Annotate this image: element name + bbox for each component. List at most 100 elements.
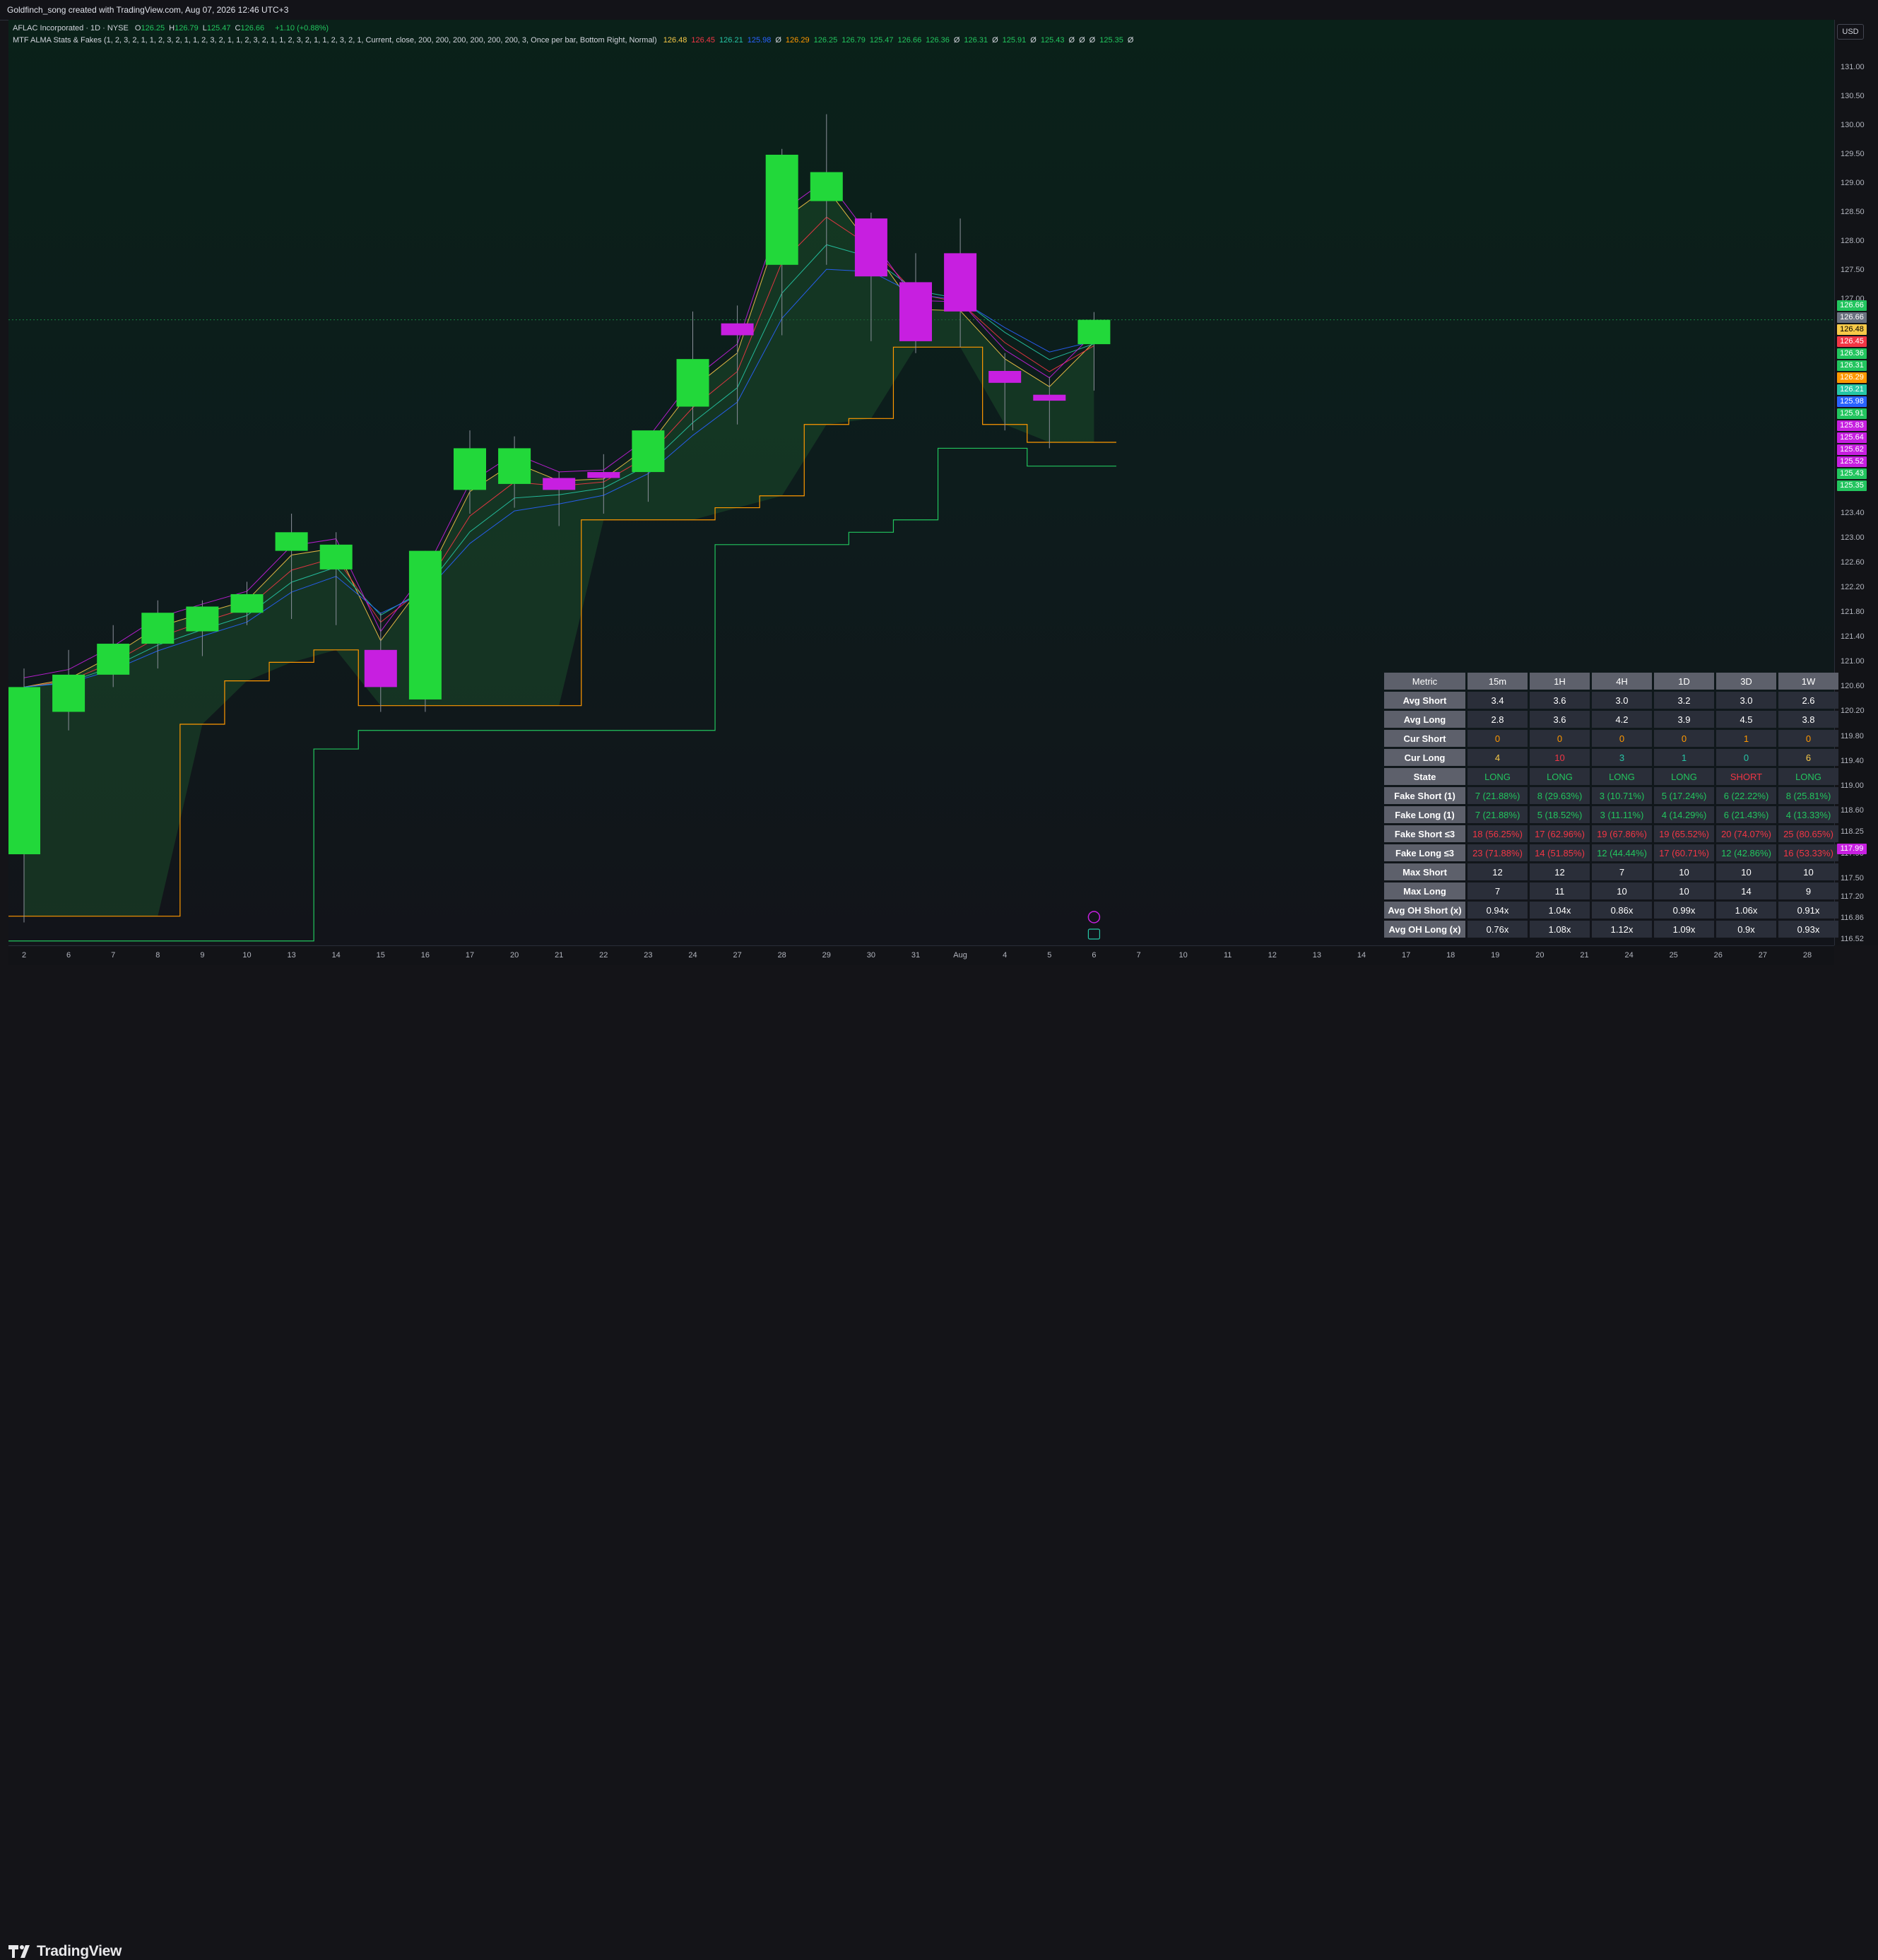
stats-cell: 3.0 (1592, 692, 1652, 709)
stats-cell: 12 (1467, 863, 1528, 880)
price-tag: 125.83 (1837, 420, 1867, 431)
stats-row-label: Avg OH Long (x) (1384, 921, 1465, 938)
alma-fill (24, 188, 1094, 916)
time-tick-label: 19 (1491, 951, 1500, 960)
price-tick-label: 130.00 (1841, 121, 1865, 129)
stats-cell: 12 (42.86%) (1716, 844, 1776, 861)
stats-cell: 1.12x (1592, 921, 1652, 938)
ohlc-key: H (169, 24, 175, 33)
indicator-value: 126.25 (813, 36, 838, 45)
indicator-legend[interactable]: MTF ALMA Stats & Fakes (1, 2, 3, 2, 1, 1… (13, 36, 1142, 45)
stats-cell: 5 (18.52%) (1530, 806, 1590, 823)
stats-cell: 25 (80.65%) (1778, 825, 1838, 842)
candle-body (8, 687, 40, 855)
price-tick-label: 123.40 (1841, 509, 1865, 517)
symbol-name: AFLAC Incorporated · 1D · NYSE (13, 24, 129, 33)
stats-row-label: Max Long (1384, 882, 1465, 899)
stats-cell: 7 (21.88%) (1467, 806, 1528, 823)
stats-cell: 11 (1530, 882, 1590, 899)
time-tick-label: 21 (555, 951, 564, 960)
stats-cell: 0.99x (1654, 902, 1714, 919)
price-tick-label: 122.20 (1841, 583, 1865, 592)
stats-cell: 16 (53.33%) (1778, 844, 1838, 861)
time-tick-label: 27 (1758, 951, 1768, 960)
time-tick-label: 10 (242, 951, 252, 960)
stats-cell: 0.91x (1778, 902, 1838, 919)
credit-text: Goldfinch_song created with TradingView.… (7, 5, 289, 15)
price-tick-label: 127.50 (1841, 266, 1865, 274)
candle-body (454, 448, 486, 490)
stats-cell: 7 (1592, 863, 1652, 880)
price-tag: 125.35 (1837, 480, 1867, 491)
indicator-value: 125.35 (1099, 36, 1123, 45)
stats-cell: 3.2 (1654, 692, 1714, 709)
price-tick-label: 118.25 (1841, 827, 1864, 837)
time-tick-label: 23 (644, 951, 653, 960)
price-tick-label: 119.00 (1841, 781, 1864, 790)
indicator-value: 125.91 (1002, 36, 1027, 45)
stats-cell: 3.6 (1530, 692, 1590, 709)
top-bar: Goldfinch_song created with TradingView.… (0, 0, 1878, 20)
time-tick-label: Aug (953, 951, 967, 960)
price-tag: 117.99 (1837, 844, 1867, 855)
stats-cell: 4 (1467, 749, 1528, 766)
stats-header-timeframe: 1H (1530, 673, 1590, 690)
stats-header-timeframe: 4H (1592, 673, 1652, 690)
stats-cell: 10 (1592, 882, 1652, 899)
time-tick-label: 6 (66, 951, 71, 960)
stats-cell: 17 (60.71%) (1654, 844, 1714, 861)
stats-cell: 2.8 (1467, 711, 1528, 728)
stats-cell: 19 (65.52%) (1654, 825, 1714, 842)
stats-cell: 0.9x (1716, 921, 1776, 938)
stats-row: Fake Long ≤3 23 (71.88%) 14 (51.85%) 12 (44… (1384, 844, 1838, 861)
time-axis[interactable]: 2 6 7 8 9 10 13 14 15 16 17 20 21 22 23 24 27 28 29 30 31 Aug… (8, 945, 1834, 966)
price-tick-label: 119.80 (1841, 731, 1864, 740)
candle-body (721, 323, 754, 336)
time-tick-label: 2 (21, 951, 27, 960)
stats-cell: 3.8 (1778, 711, 1838, 728)
indicator-value: Ø (1089, 36, 1096, 45)
price-tick-label: 122.60 (1841, 558, 1865, 567)
indicator-value: Ø (1127, 36, 1134, 45)
time-tick-label: 15 (376, 951, 385, 960)
indicator-name: MTF ALMA Stats & Fakes (1, 2, 3, 2, 1, 1… (13, 36, 657, 45)
price-tag: 126.45 (1837, 336, 1867, 347)
price-tick-label: 121.80 (1841, 608, 1865, 617)
currency-button[interactable]: USD (1837, 24, 1864, 40)
time-tick-label: 29 (822, 951, 831, 960)
stats-cell: 14 (1716, 882, 1776, 899)
price-tick-label: 121.40 (1841, 632, 1865, 642)
time-tick-label: 28 (1802, 951, 1812, 960)
price-tick-label: 118.60 (1841, 805, 1864, 815)
stats-row-label: Cur Short (1384, 730, 1465, 747)
stats-cell: 0 (1716, 749, 1776, 766)
stats-row: Avg Short 3.4 3.6 3.0 3.2 3.0 2.6 (1384, 692, 1838, 709)
time-tick-label: 13 (287, 951, 296, 960)
ohlc-key: L (202, 24, 207, 33)
candle-body (676, 359, 709, 407)
stats-row: Fake Short ≤3 18 (56.25%) 17 (62.96%) 19 (6… (1384, 825, 1838, 842)
time-tick-label: 14 (331, 951, 341, 960)
time-tick-label: 14 (1357, 951, 1366, 960)
candle-body (97, 644, 130, 675)
time-tick-label: 13 (1312, 951, 1322, 960)
stats-cell: 0 (1467, 730, 1528, 747)
candle-body (1033, 394, 1066, 401)
time-tick-label: 24 (1624, 951, 1634, 960)
price-change: +1.10 (+0.88%) (275, 24, 329, 33)
candle-body (543, 478, 576, 490)
candle-body (319, 544, 353, 569)
ohlc-value: 126.66 (240, 24, 265, 33)
indicator-value: Ø (1030, 36, 1037, 45)
time-tick-label: 20 (1535, 951, 1545, 960)
tradingview-logo[interactable]: TradingView (8, 1943, 122, 1960)
price-tag: 126.66 (1837, 312, 1867, 323)
time-tick-label: 24 (688, 951, 697, 960)
stats-cell: 0 (1530, 730, 1590, 747)
time-tick-label: 10 (1179, 951, 1188, 960)
indicator-value: 126.31 (964, 36, 988, 45)
stats-row-label: Fake Long (1) (1384, 806, 1465, 823)
stats-row-label: Fake Short (1) (1384, 787, 1465, 804)
time-tick-label: 25 (1669, 951, 1678, 960)
stats-header-timeframe: 3D (1716, 673, 1776, 690)
